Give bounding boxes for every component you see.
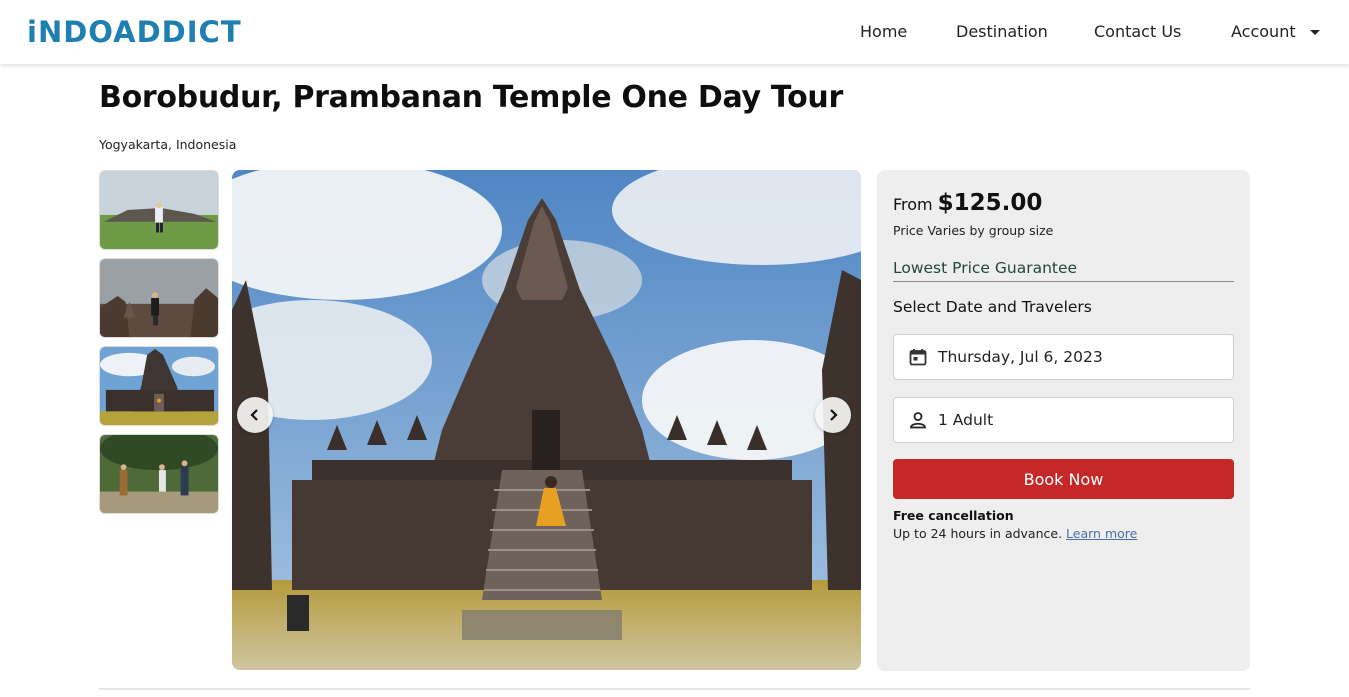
prambanan-temple-photo bbox=[232, 170, 861, 670]
lowest-price-guarantee: Lowest Price Guarantee bbox=[893, 259, 1234, 282]
nav-account-label: Account bbox=[1231, 22, 1296, 41]
select-date-travelers-label: Select Date and Travelers bbox=[893, 298, 1092, 316]
date-picker-field[interactable]: Thursday, Jul 6, 2023 bbox=[893, 334, 1234, 380]
person-icon bbox=[910, 412, 926, 429]
travelers-value: 1 Adult bbox=[938, 411, 994, 429]
learn-more-link[interactable]: Learn more bbox=[1066, 526, 1137, 541]
thumbnail-image bbox=[100, 435, 218, 513]
tour-location: Yogyakarta, Indonesia bbox=[99, 137, 237, 152]
thumbnail-image bbox=[100, 347, 218, 425]
nav-account-menu[interactable]: Account bbox=[1231, 22, 1320, 41]
cancellation-policy: Up to 24 hours in advance. Learn more bbox=[893, 526, 1137, 541]
gallery-thumbnail-2[interactable] bbox=[99, 258, 219, 338]
travelers-picker-field[interactable]: 1 Adult bbox=[893, 397, 1234, 443]
gallery-thumbnail-1[interactable] bbox=[99, 170, 219, 250]
cancellation-policy-text: Up to 24 hours in advance. bbox=[893, 526, 1063, 541]
logo-text: iNDOADDICT bbox=[27, 15, 242, 49]
tour-price: $125.00 bbox=[937, 190, 1043, 216]
date-value: Thursday, Jul 6, 2023 bbox=[938, 348, 1103, 366]
caret-down-icon bbox=[1309, 30, 1320, 35]
from-label: From bbox=[893, 195, 933, 214]
main-tour-image bbox=[232, 170, 861, 670]
nav-contact-us[interactable]: Contact Us bbox=[1094, 22, 1181, 41]
page-title: Borobudur, Prambanan Temple One Day Tour bbox=[99, 80, 843, 115]
section-divider bbox=[99, 688, 1250, 690]
gallery-prev-button[interactable] bbox=[237, 397, 273, 433]
book-now-button[interactable]: Book Now bbox=[893, 459, 1234, 499]
nav-home[interactable]: Home bbox=[860, 22, 907, 41]
gallery-thumbnail-3-selected[interactable] bbox=[99, 346, 219, 426]
nav-destination[interactable]: Destination bbox=[956, 22, 1048, 41]
gallery-next-button[interactable] bbox=[815, 397, 851, 433]
price-row: From $125.00 bbox=[893, 190, 1042, 216]
price-note: Price Varies by group size bbox=[893, 223, 1054, 238]
thumbnail-image bbox=[100, 171, 218, 249]
booking-panel: From $125.00 Price Varies by group size … bbox=[877, 170, 1250, 671]
top-navbar: iNDOADDICT Home Destination Contact Us A… bbox=[0, 0, 1349, 64]
free-cancellation-title: Free cancellation bbox=[893, 508, 1014, 523]
calendar-icon bbox=[909, 349, 927, 366]
chevron-left-icon bbox=[250, 409, 258, 421]
site-logo[interactable]: iNDOADDICT bbox=[27, 14, 242, 50]
thumbnail-image bbox=[100, 259, 218, 337]
chevron-right-icon bbox=[830, 409, 838, 421]
gallery-thumbnail-4[interactable] bbox=[99, 434, 219, 514]
